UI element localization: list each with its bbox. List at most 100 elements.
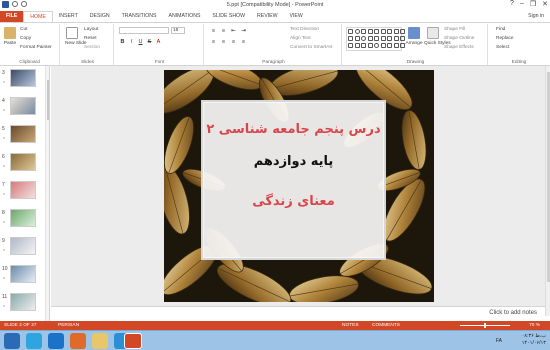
shapes-gallery[interactable]: [346, 27, 405, 51]
transition-star-icon: *: [3, 249, 5, 255]
current-slide[interactable]: درس پنجم جامعه شناسی ۲ پایه دوازدهم معنا…: [164, 70, 434, 302]
underline-button[interactable]: U: [137, 39, 144, 46]
align-center-icon[interactable]: ≡: [220, 39, 227, 46]
firefox-icon[interactable]: [70, 333, 86, 349]
slide-thumbnail[interactable]: 8 *: [0, 208, 46, 232]
internet-explorer-icon[interactable]: [48, 333, 64, 349]
thumbnail-number: 10: [2, 266, 8, 272]
paragraph-group: ≡ ≡ ⇤ ⇥ ≡ ≡ ≡ ≡ Text Direction Align Tex…: [206, 24, 342, 65]
thumbnail-image[interactable]: [10, 265, 36, 283]
shape-outline-button[interactable]: Shape Outline: [444, 36, 474, 41]
title-card[interactable]: درس پنجم جامعه شناسی ۲ پایه دوازدهم معنا…: [201, 100, 386, 260]
restore-button[interactable]: ❐: [530, 0, 536, 8]
tab-file[interactable]: FILE: [0, 11, 24, 22]
slide-thumbnail[interactable]: 5 *: [0, 124, 46, 148]
cut-button[interactable]: Cut: [20, 27, 27, 32]
align-right-icon[interactable]: ≡: [230, 39, 237, 46]
powerpoint-taskbar-icon[interactable]: [124, 333, 142, 349]
font-size-field[interactable]: 18: [171, 27, 185, 34]
comments-toggle[interactable]: COMMENTS: [372, 321, 400, 330]
thumbnail-image[interactable]: [10, 125, 36, 143]
outdent-icon[interactable]: ⇥: [240, 28, 247, 35]
slide-thumbnail[interactable]: 3 *: [0, 68, 46, 92]
help-button[interactable]: ?: [510, 0, 514, 8]
file-explorer-icon[interactable]: [92, 333, 108, 349]
arrange-button[interactable]: Arrange: [405, 27, 423, 46]
new-slide-button[interactable]: New Slide: [65, 27, 87, 46]
tab-insert[interactable]: INSERT: [53, 11, 84, 22]
align-text-button[interactable]: Align Text: [290, 36, 311, 41]
close-button[interactable]: ✕: [542, 0, 548, 8]
bullets-icon[interactable]: ≡: [210, 28, 217, 35]
tab-design[interactable]: DESIGN: [84, 11, 116, 22]
convert-smartart-button[interactable]: Convert to SmartArt: [290, 45, 332, 50]
thumbnail-scrollbar[interactable]: [45, 66, 49, 321]
clock-time: ۰۸:۳۶ ب.ظ: [521, 333, 546, 339]
reset-button[interactable]: Reset: [84, 36, 97, 41]
slide-thumbnail[interactable]: 6 *: [0, 152, 46, 176]
sign-in-link[interactable]: Sign in: [528, 11, 550, 22]
justify-icon[interactable]: ≡: [240, 39, 247, 46]
notes-pane[interactable]: Click to add notes: [51, 306, 545, 321]
italic-button[interactable]: I: [128, 39, 135, 46]
slide-scrollbar[interactable]: [545, 66, 550, 316]
select-button[interactable]: Select: [496, 45, 509, 50]
thumbnail-number: 9: [2, 238, 5, 244]
slide-thumbnail[interactable]: 7 *: [0, 180, 46, 204]
slide-thumbnail[interactable]: 10 *: [0, 264, 46, 288]
start-icon[interactable]: [4, 333, 20, 349]
slides-group: New Slide Layout Reset Section Slides: [62, 24, 114, 65]
tab-review[interactable]: REVIEW: [251, 11, 283, 22]
find-button[interactable]: Find: [496, 27, 505, 32]
font-color-icon[interactable]: A: [155, 39, 162, 46]
slide-title-line[interactable]: درس پنجم جامعه شناسی ۲: [203, 122, 384, 137]
transition-star-icon: *: [3, 109, 5, 115]
shape-effects-button[interactable]: Shape Effects: [444, 45, 474, 50]
zoom-level[interactable]: 70 %: [529, 321, 540, 330]
font-format-buttons: B I U S A: [119, 39, 162, 46]
slide-subtitle-line[interactable]: پایه دوازدهم: [203, 154, 384, 169]
copy-button[interactable]: Copy: [20, 36, 31, 41]
language-indicator[interactable]: PERSIAN: [58, 321, 79, 330]
thumbnail-image[interactable]: [10, 97, 36, 115]
keyboard-language[interactable]: FA: [496, 338, 502, 344]
transition-star-icon: *: [3, 137, 5, 143]
zoom-slider-knob[interactable]: [484, 323, 486, 328]
tab-view[interactable]: VIEW: [283, 11, 308, 22]
numbering-icon[interactable]: ≡: [220, 28, 227, 35]
shape-fill-button[interactable]: Shape Fill: [444, 27, 465, 32]
thumbnail-image[interactable]: [10, 153, 36, 171]
font-name-field[interactable]: [119, 27, 169, 34]
minimize-button[interactable]: –: [520, 0, 524, 8]
section-button[interactable]: Section: [84, 45, 100, 50]
layout-button[interactable]: Layout: [84, 27, 98, 32]
tab-transitions[interactable]: TRANSITIONS: [116, 11, 163, 22]
thumbnail-image[interactable]: [10, 209, 36, 227]
status-bar: SLIDE 2 OF 27 PERSIAN NOTES COMMENTS 70 …: [0, 321, 550, 330]
format-painter-button[interactable]: Format Painter: [20, 45, 52, 50]
bold-button[interactable]: B: [119, 39, 126, 46]
tab-animations[interactable]: ANIMATIONS: [163, 11, 207, 22]
telegram-icon[interactable]: [26, 333, 42, 349]
strikethrough-button[interactable]: S: [146, 39, 153, 46]
quick-styles-button[interactable]: Quick Styles: [424, 27, 451, 46]
notes-toggle[interactable]: NOTES: [342, 321, 359, 330]
system-clock[interactable]: ۰۸:۳۶ ب.ظ ۱۴۰۱/۰۶/۱۳: [522, 333, 546, 347]
text-direction-button[interactable]: Text Direction: [290, 27, 319, 32]
indent-icon[interactable]: ⇤: [230, 28, 237, 35]
slide-topic-line[interactable]: معنای زندگی: [203, 194, 384, 209]
slide-thumbnail[interactable]: 4 *: [0, 96, 46, 120]
replace-button[interactable]: Replace: [496, 36, 514, 41]
thumbnail-image[interactable]: [10, 69, 36, 87]
paste-button[interactable]: Paste: [3, 27, 17, 46]
thumbnail-image[interactable]: [10, 293, 36, 311]
align-left-icon[interactable]: ≡: [210, 39, 217, 46]
slide-thumbnail[interactable]: 11 *: [0, 292, 46, 316]
tab-home[interactable]: HOME: [23, 11, 53, 22]
tab-slide-show[interactable]: SLIDE SHOW: [206, 11, 251, 22]
transition-star-icon: *: [3, 277, 5, 283]
thumbnail-image[interactable]: [10, 181, 36, 199]
windows-taskbar: FA ۰۸:۳۶ ب.ظ ۱۴۰۱/۰۶/۱۳: [0, 330, 550, 350]
thumbnail-image[interactable]: [10, 237, 36, 255]
slide-thumbnail[interactable]: 9 *: [0, 236, 46, 260]
